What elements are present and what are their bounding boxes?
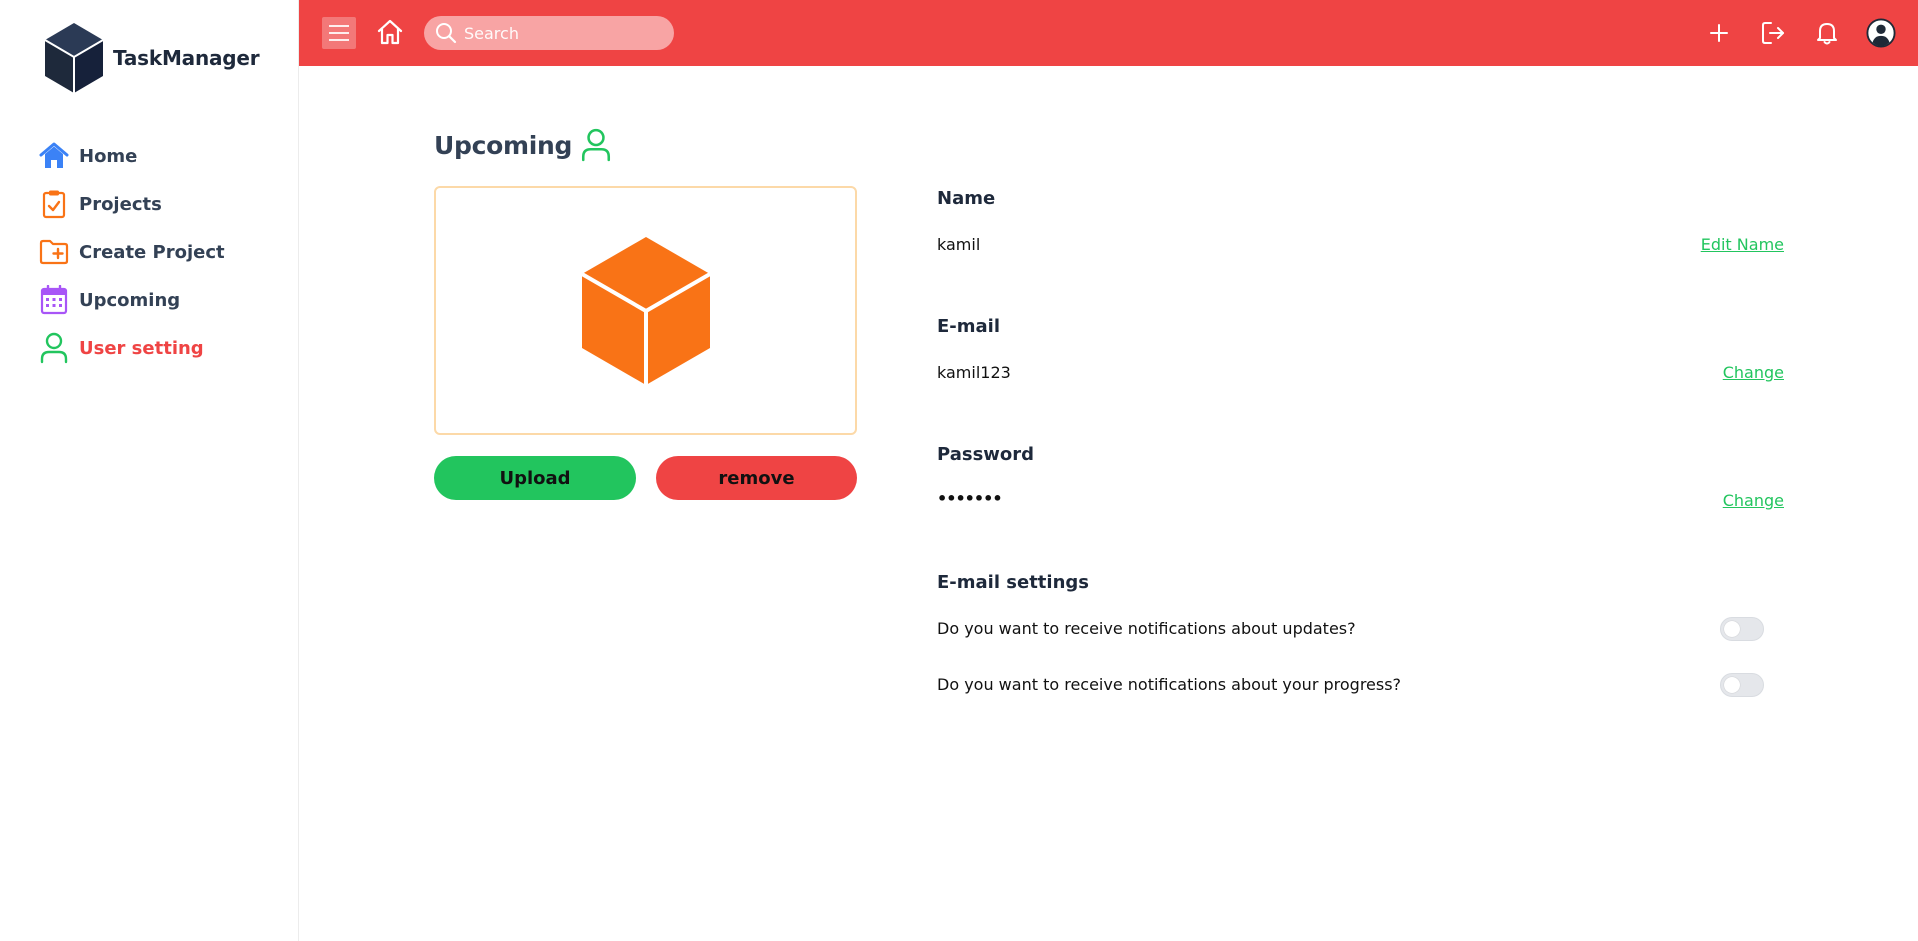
sidebar-item-label: Home — [79, 145, 138, 167]
user-icon — [38, 332, 70, 364]
bell-icon — [1817, 23, 1837, 45]
avatar-preview — [434, 186, 857, 435]
menu-icon — [329, 25, 349, 41]
name-value: kamil — [937, 235, 981, 254]
menu-button[interactable] — [322, 17, 356, 49]
sidebar-item-label: Projects — [79, 193, 162, 215]
sidebar-item-label: Upcoming — [79, 289, 181, 311]
logout-button[interactable] — [1758, 18, 1788, 48]
cube-logo-icon — [44, 23, 104, 93]
email-label: E-mail — [937, 316, 1001, 337]
notifications-button[interactable] — [1812, 18, 1842, 48]
password-value: ••••••• — [937, 489, 1003, 508]
name-label: Name — [937, 188, 996, 209]
email-settings-label: E-mail settings — [937, 572, 1089, 593]
search-input[interactable] — [464, 23, 654, 43]
email-value: kamil123 — [937, 363, 1011, 382]
updates-toggle[interactable] — [1720, 617, 1764, 641]
logout-icon — [1762, 22, 1784, 44]
page-title: Upcoming — [434, 128, 612, 162]
brand[interactable]: TaskManager — [43, 22, 260, 94]
page-heading: Upcoming — [434, 130, 573, 160]
toggle-knob — [1724, 621, 1740, 637]
folder-plus-icon — [38, 236, 70, 268]
upload-button[interactable]: Upload — [434, 456, 636, 500]
home-icon — [38, 140, 70, 172]
updates-question: Do you want to receive notifications abo… — [937, 619, 1356, 638]
progress-toggle[interactable] — [1720, 673, 1764, 697]
profile-button[interactable] — [1866, 18, 1896, 48]
toggle-knob — [1724, 677, 1740, 693]
change-password-link[interactable]: Change — [1723, 491, 1784, 510]
app-name: TaskManager — [113, 46, 260, 70]
search-bar[interactable] — [424, 16, 674, 50]
calendar-icon — [38, 284, 70, 316]
search-icon — [436, 23, 457, 44]
sidebar-item-projects[interactable]: Projects — [38, 180, 225, 228]
user-circle-icon — [1866, 18, 1896, 48]
home-icon — [377, 19, 403, 45]
sidebar-item-create-project[interactable]: Create Project — [38, 228, 225, 276]
change-email-link[interactable]: Change — [1723, 363, 1784, 382]
plus-icon — [1710, 24, 1728, 42]
edit-name-link[interactable]: Edit Name — [1701, 235, 1784, 254]
remove-button[interactable]: remove — [656, 456, 857, 500]
sidebar-item-label: Create Project — [79, 241, 225, 263]
sidebar-item-user-setting[interactable]: User setting — [38, 324, 225, 372]
sidebar-nav: Home Projects Create Project Upcoming Us… — [38, 132, 225, 372]
sidebar-item-label: User setting — [79, 337, 204, 359]
cube-icon — [580, 236, 711, 385]
progress-question: Do you want to receive notifications abo… — [937, 675, 1402, 694]
sidebar: TaskManager Home Projects Create Project… — [0, 0, 299, 941]
sidebar-item-upcoming[interactable]: Upcoming — [38, 276, 225, 324]
clipboard-check-icon — [38, 188, 70, 220]
add-button[interactable] — [1704, 18, 1734, 48]
password-label: Password — [937, 444, 1035, 465]
sidebar-item-home[interactable]: Home — [38, 132, 225, 180]
top-bar — [299, 0, 1918, 66]
user-icon — [582, 128, 611, 162]
home-button[interactable] — [376, 18, 406, 48]
